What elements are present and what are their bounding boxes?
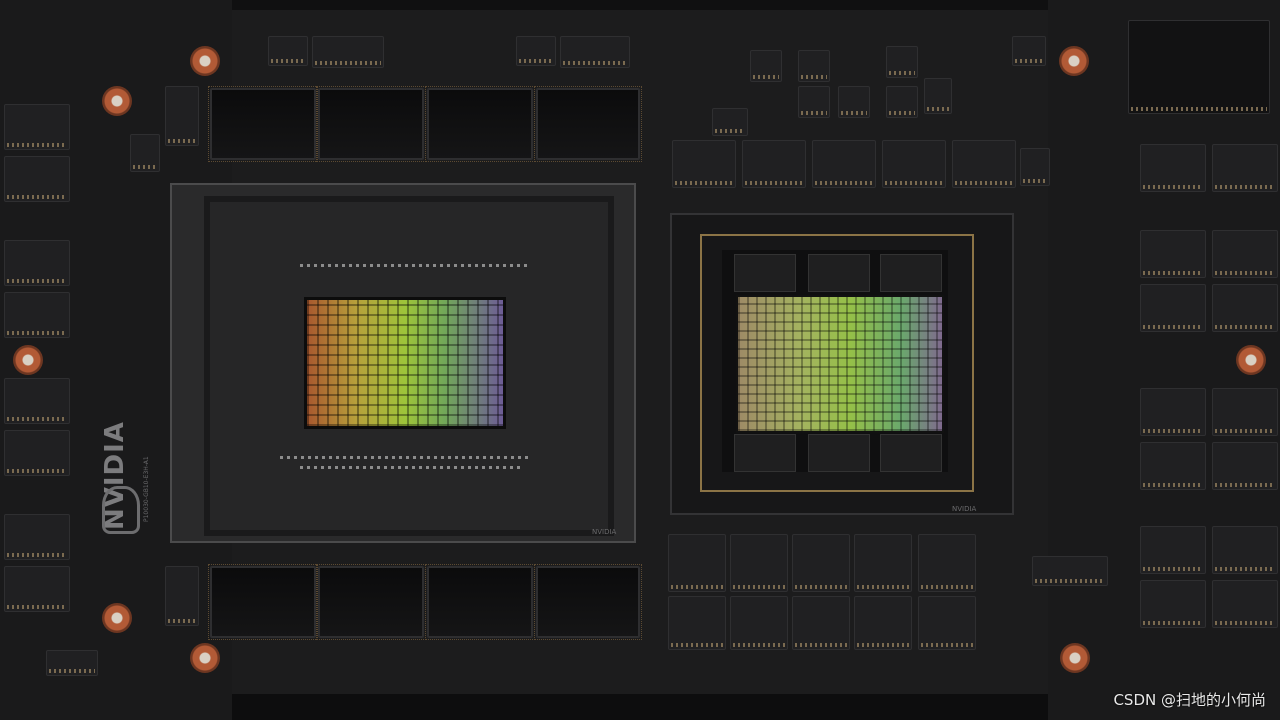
voltage-regulator xyxy=(952,140,1016,188)
voltage-regulator xyxy=(1140,442,1206,490)
gpu-capacitor-row xyxy=(300,466,520,469)
voltage-regulator xyxy=(4,240,70,286)
voltage-regulator xyxy=(1212,388,1278,436)
voltage-regulator xyxy=(672,140,736,188)
voltage-regulator xyxy=(1020,148,1050,186)
voltage-regulator xyxy=(1140,230,1206,278)
small-chip xyxy=(130,134,160,172)
board-top-edge xyxy=(232,0,1048,10)
memory-chip xyxy=(208,564,318,640)
memory-package xyxy=(668,534,726,592)
small-chip xyxy=(46,650,98,676)
memory-package xyxy=(668,596,726,650)
voltage-regulator xyxy=(1212,442,1278,490)
gpu-die xyxy=(304,297,506,429)
voltage-regulator xyxy=(1140,580,1206,628)
mount-hole xyxy=(1236,345,1266,375)
memory-package xyxy=(730,596,788,650)
voltage-regulator xyxy=(812,140,876,188)
voltage-regulator xyxy=(4,156,70,202)
voltage-regulator xyxy=(1212,230,1278,278)
small-chip xyxy=(1012,36,1046,66)
gpu-capacitor-row xyxy=(300,264,530,267)
voltage-regulator xyxy=(1140,526,1206,574)
voltage-regulator xyxy=(1140,144,1206,192)
mount-hole xyxy=(1060,643,1090,673)
memory-chip xyxy=(534,564,642,640)
mount-hole xyxy=(102,86,132,116)
memory-package xyxy=(792,534,850,592)
small-chip xyxy=(838,86,870,118)
memory-chip xyxy=(534,86,642,162)
small-chip xyxy=(1032,556,1108,586)
mount-hole xyxy=(1059,46,1089,76)
cpu-pad xyxy=(734,254,796,292)
mount-hole xyxy=(190,643,220,673)
voltage-regulator xyxy=(1140,388,1206,436)
voltage-regulator xyxy=(1212,526,1278,574)
memory-package xyxy=(854,596,912,650)
voltage-regulator xyxy=(1212,284,1278,332)
memory-chip xyxy=(425,564,535,640)
circuit-board-photo: NVIDIA NVIDIA NVIDIA P10030-GB10-E3H-A1 … xyxy=(0,0,1280,720)
gpu-logo: NVIDIA xyxy=(592,528,617,536)
watermark: CSDN @扫地的小何尚 xyxy=(1113,691,1266,709)
cpu-die xyxy=(736,295,944,433)
cpu-logo: NVIDIA xyxy=(952,505,977,513)
small-chip xyxy=(886,46,918,78)
voltage-regulator xyxy=(1212,580,1278,628)
small-chip xyxy=(268,36,308,66)
mount-hole xyxy=(13,345,43,375)
small-chip xyxy=(798,50,830,82)
small-chip xyxy=(312,36,384,68)
cpu-pad xyxy=(880,434,942,472)
voltage-regulator xyxy=(4,378,70,424)
memory-chip xyxy=(425,86,535,162)
voltage-regulator xyxy=(4,514,70,560)
gpu-capacitor-row xyxy=(280,456,530,459)
small-chip xyxy=(560,36,630,68)
voltage-regulator xyxy=(882,140,946,188)
small-chip xyxy=(165,566,199,626)
small-chip xyxy=(886,86,918,118)
cpu-pad xyxy=(734,434,796,472)
memory-package xyxy=(792,596,850,650)
memory-package xyxy=(918,596,976,650)
cpu-pad xyxy=(880,254,942,292)
memory-package xyxy=(730,534,788,592)
memory-chip xyxy=(316,86,426,162)
voltage-regulator xyxy=(1140,284,1206,332)
small-chip xyxy=(924,78,952,114)
small-chip xyxy=(165,86,199,146)
memory-chip xyxy=(316,564,426,640)
voltage-regulator xyxy=(4,430,70,476)
cpu-pad xyxy=(808,434,870,472)
memory-package xyxy=(918,534,976,592)
small-chip xyxy=(712,108,748,136)
small-chip xyxy=(750,50,782,82)
voltage-regulator xyxy=(4,566,70,612)
voltage-regulator xyxy=(4,292,70,338)
memory-package xyxy=(854,534,912,592)
small-chip xyxy=(1128,20,1270,114)
cpu-pad xyxy=(808,254,870,292)
gpu-part-number: P10030-GB10-E3H-A1 xyxy=(143,456,150,522)
memory-chip xyxy=(208,86,318,162)
nvidia-eye-logo xyxy=(102,486,140,534)
mount-hole xyxy=(190,46,220,76)
small-chip xyxy=(516,36,556,66)
board-bottom-connector xyxy=(232,694,1048,720)
voltage-regulator xyxy=(4,104,70,150)
voltage-regulator xyxy=(742,140,806,188)
voltage-regulator xyxy=(1212,144,1278,192)
mount-hole xyxy=(102,603,132,633)
small-chip xyxy=(798,86,830,118)
